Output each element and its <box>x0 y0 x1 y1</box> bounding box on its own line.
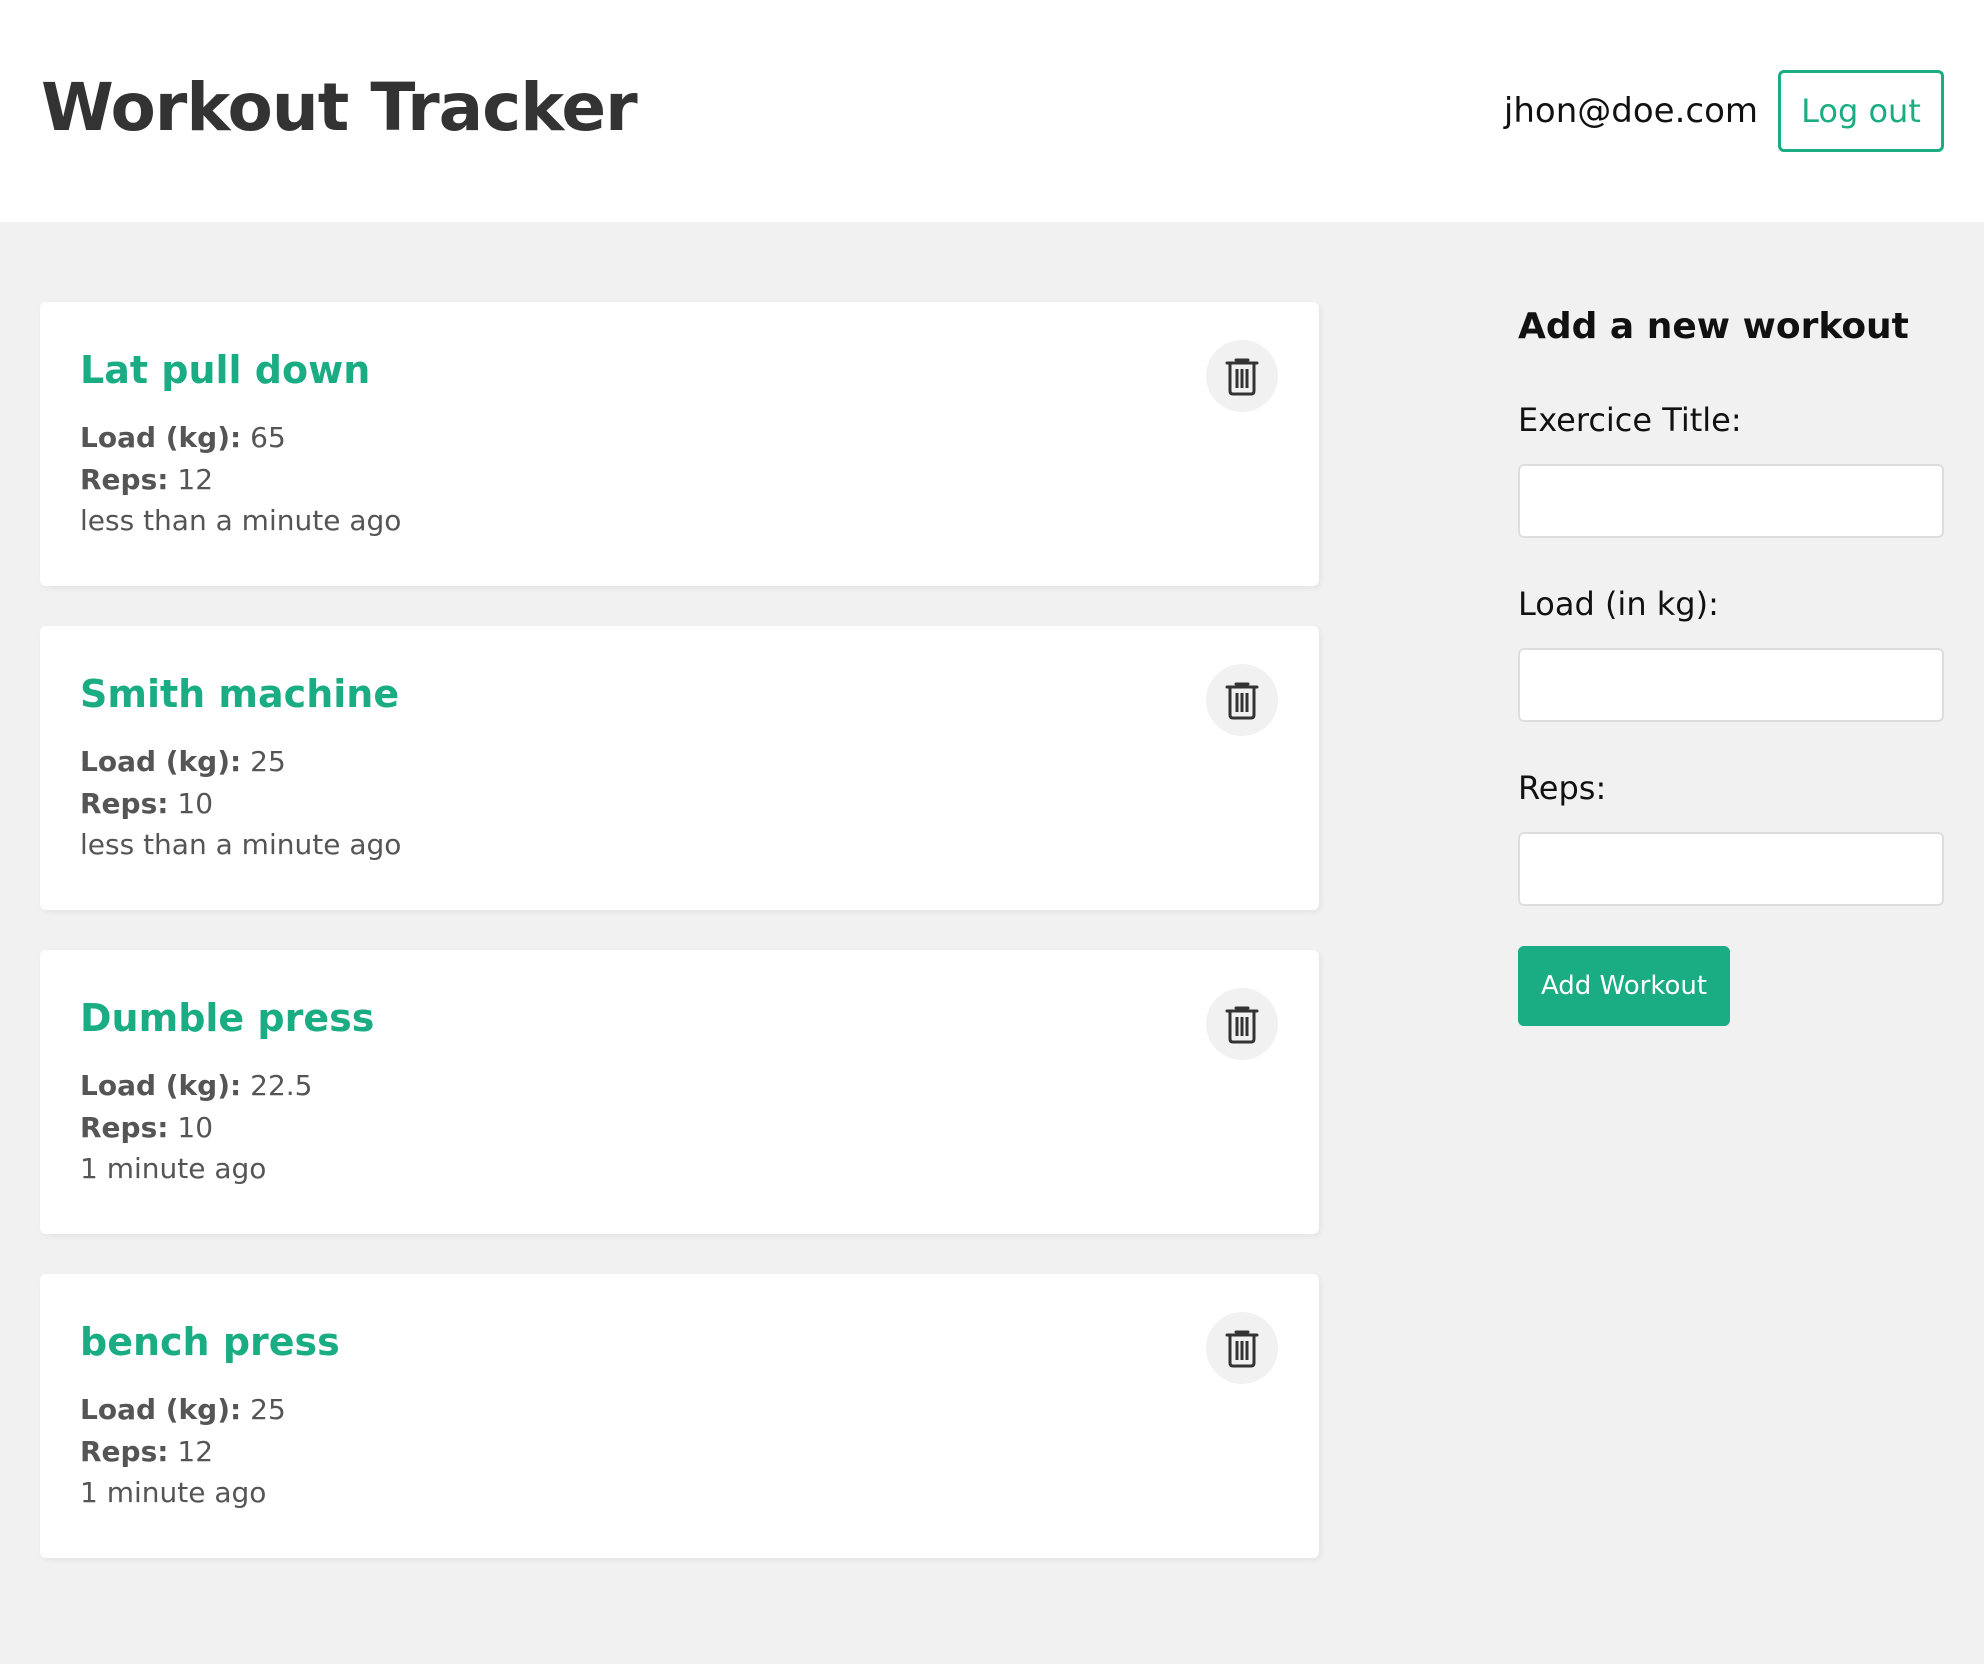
workout-load: Load (kg): 65 <box>80 418 286 458</box>
trash-icon <box>1225 358 1259 396</box>
load-label: Load (kg): <box>80 1069 242 1102</box>
reps-value: 10 <box>177 1111 214 1144</box>
workout-card: Dumble press Load (kg): 22.5 Reps: 10 1 … <box>40 950 1319 1234</box>
delete-workout-button[interactable] <box>1206 340 1278 412</box>
app-header: Workout Tracker jhon@doe.com Log out <box>0 0 1984 222</box>
workout-timestamp: 1 minute ago <box>80 1152 267 1185</box>
reps-label: Reps: <box>80 1111 169 1144</box>
reps-label: Reps: <box>80 463 169 496</box>
workout-load: Load (kg): 25 <box>80 1390 286 1430</box>
trash-icon <box>1225 682 1259 720</box>
workout-title: bench press <box>80 1320 340 1364</box>
delete-workout-button[interactable] <box>1206 1312 1278 1384</box>
user-email: jhon@doe.com <box>1503 91 1758 131</box>
reps-value: 12 <box>177 463 214 496</box>
workout-card: bench press Load (kg): 25 Reps: 12 1 min… <box>40 1274 1319 1558</box>
workout-title: Dumble press <box>80 996 375 1040</box>
exercise-title-label: Exercice Title: <box>1518 401 1742 439</box>
load-value: 25 <box>250 1393 286 1426</box>
workout-reps: Reps: 10 <box>80 1108 213 1148</box>
workout-title: Smith machine <box>80 672 400 716</box>
exercise-title-input[interactable] <box>1518 464 1944 538</box>
workout-card: Smith machine Load (kg): 25 Reps: 10 les… <box>40 626 1319 910</box>
load-input[interactable] <box>1518 648 1944 722</box>
delete-workout-button[interactable] <box>1206 664 1278 736</box>
logout-button[interactable]: Log out <box>1778 70 1944 152</box>
workout-load: Load (kg): 22.5 <box>80 1066 312 1106</box>
load-label: Load (kg): <box>80 421 242 454</box>
reps-value: 12 <box>177 1435 214 1468</box>
load-value: 65 <box>250 421 286 454</box>
form-heading: Add a new workout <box>1518 306 1909 347</box>
workout-reps: Reps: 12 <box>80 460 213 500</box>
trash-icon <box>1225 1006 1259 1044</box>
load-label: Load (kg): <box>80 1393 242 1426</box>
load-value: 22.5 <box>250 1069 313 1102</box>
reps-input[interactable] <box>1518 832 1944 906</box>
load-label: Load (in kg): <box>1518 585 1719 623</box>
workout-timestamp: less than a minute ago <box>80 828 402 861</box>
workout-reps: Reps: 12 <box>80 1432 213 1472</box>
load-label: Load (kg): <box>80 745 242 778</box>
workout-timestamp: less than a minute ago <box>80 504 402 537</box>
add-workout-button[interactable]: Add Workout <box>1518 946 1730 1026</box>
workout-load: Load (kg): 25 <box>80 742 286 782</box>
reps-value: 10 <box>177 787 214 820</box>
delete-workout-button[interactable] <box>1206 988 1278 1060</box>
workout-card: Lat pull down Load (kg): 65 Reps: 12 les… <box>40 302 1319 586</box>
workout-reps: Reps: 10 <box>80 784 213 824</box>
reps-label: Reps: <box>1518 769 1607 807</box>
load-value: 25 <box>250 745 286 778</box>
workout-timestamp: 1 minute ago <box>80 1476 267 1509</box>
reps-label: Reps: <box>80 1435 169 1468</box>
reps-label: Reps: <box>80 787 169 820</box>
app-title: Workout Tracker <box>41 69 638 146</box>
trash-icon <box>1225 1330 1259 1368</box>
workout-title: Lat pull down <box>80 348 371 392</box>
workout-list: Lat pull down Load (kg): 65 Reps: 12 les… <box>40 302 1319 1598</box>
